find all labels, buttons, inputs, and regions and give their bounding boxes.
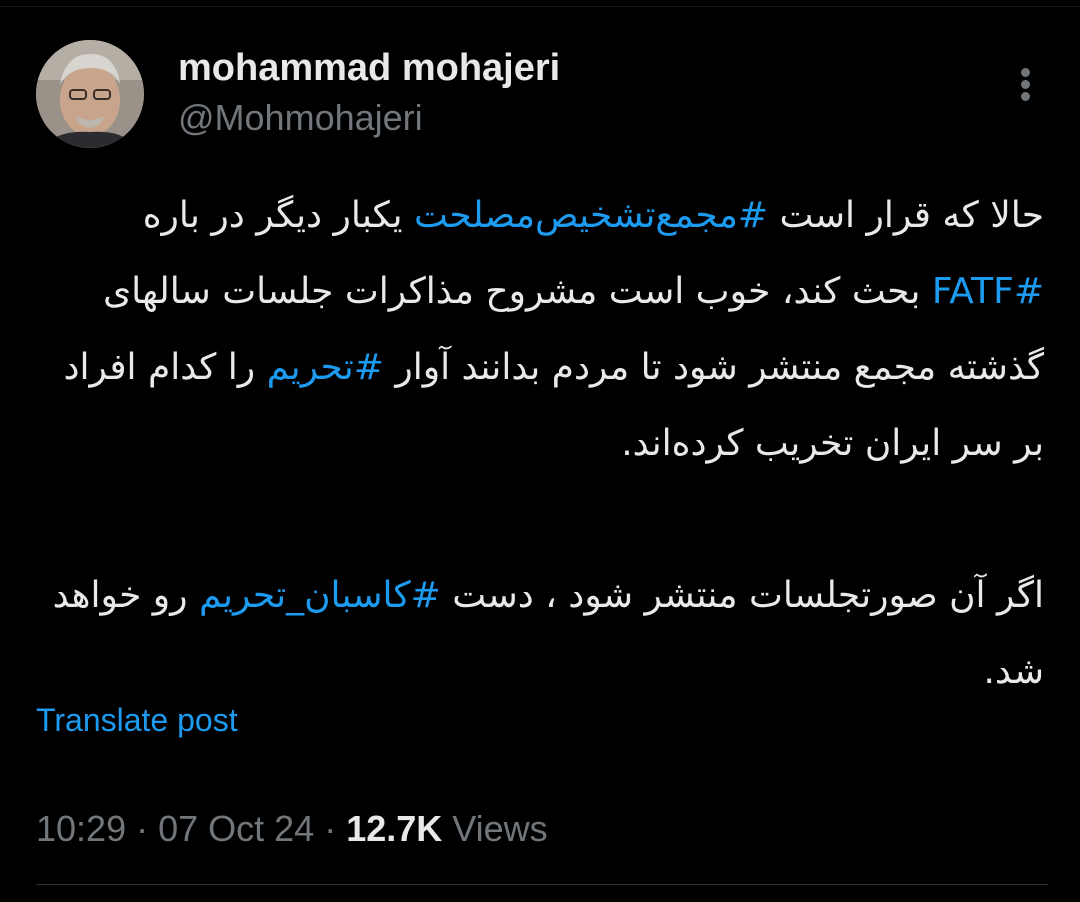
author-handle[interactable]: @Mohmohajeri — [178, 96, 423, 140]
meta-separator: · — [314, 808, 347, 849]
post-metadata: 10:29 · 07 Oct 24 · 12.7K Views — [36, 806, 548, 852]
views-count[interactable]: 12.7K — [346, 808, 442, 849]
hashtag-link[interactable]: #تحریم — [267, 347, 384, 388]
hashtag-link[interactable]: #مجمع‌تشخیص‌مصلحت — [414, 195, 768, 236]
avatar[interactable] — [36, 40, 144, 148]
author-display-name[interactable]: mohammad mohajeri — [178, 46, 560, 90]
bottom-divider — [36, 884, 1048, 885]
text-segment: حالا که قرار است — [768, 195, 1044, 236]
avatar-image — [36, 40, 144, 148]
hashtag-link[interactable]: #کاسبان_تحریم — [199, 575, 441, 616]
text-segment: اگر آن صورتجلسات منتشر شود ، دست — [440, 575, 1044, 616]
more-dot — [1021, 80, 1030, 89]
more-dot — [1021, 92, 1030, 101]
post-text: حالا که قرار است #مجمع‌تشخیص‌مصلحت یکبار… — [40, 178, 1044, 710]
text-segment: یکبار دیگر در باره — [142, 195, 415, 236]
tweet: mohammad mohajeri @Mohmohajeri حالا که ق… — [0, 0, 1080, 902]
meta-separator: · — [126, 808, 159, 849]
hashtag-link[interactable]: #FATF — [932, 271, 1044, 312]
post-paragraph-1: حالا که قرار است #مجمع‌تشخیص‌مصلحت یکبار… — [40, 178, 1044, 482]
translate-post-link[interactable]: Translate post — [36, 700, 238, 740]
post-time[interactable]: 10:29 — [36, 808, 126, 849]
more-vertical-icon[interactable] — [1008, 62, 1044, 106]
views-label: Views — [442, 808, 548, 849]
post-paragraph-2: اگر آن صورتجلسات منتشر شود ، دست #کاسبان… — [40, 558, 1044, 710]
post-date[interactable]: 07 Oct 24 — [158, 808, 314, 849]
more-dot — [1021, 68, 1030, 77]
top-divider — [0, 6, 1080, 7]
